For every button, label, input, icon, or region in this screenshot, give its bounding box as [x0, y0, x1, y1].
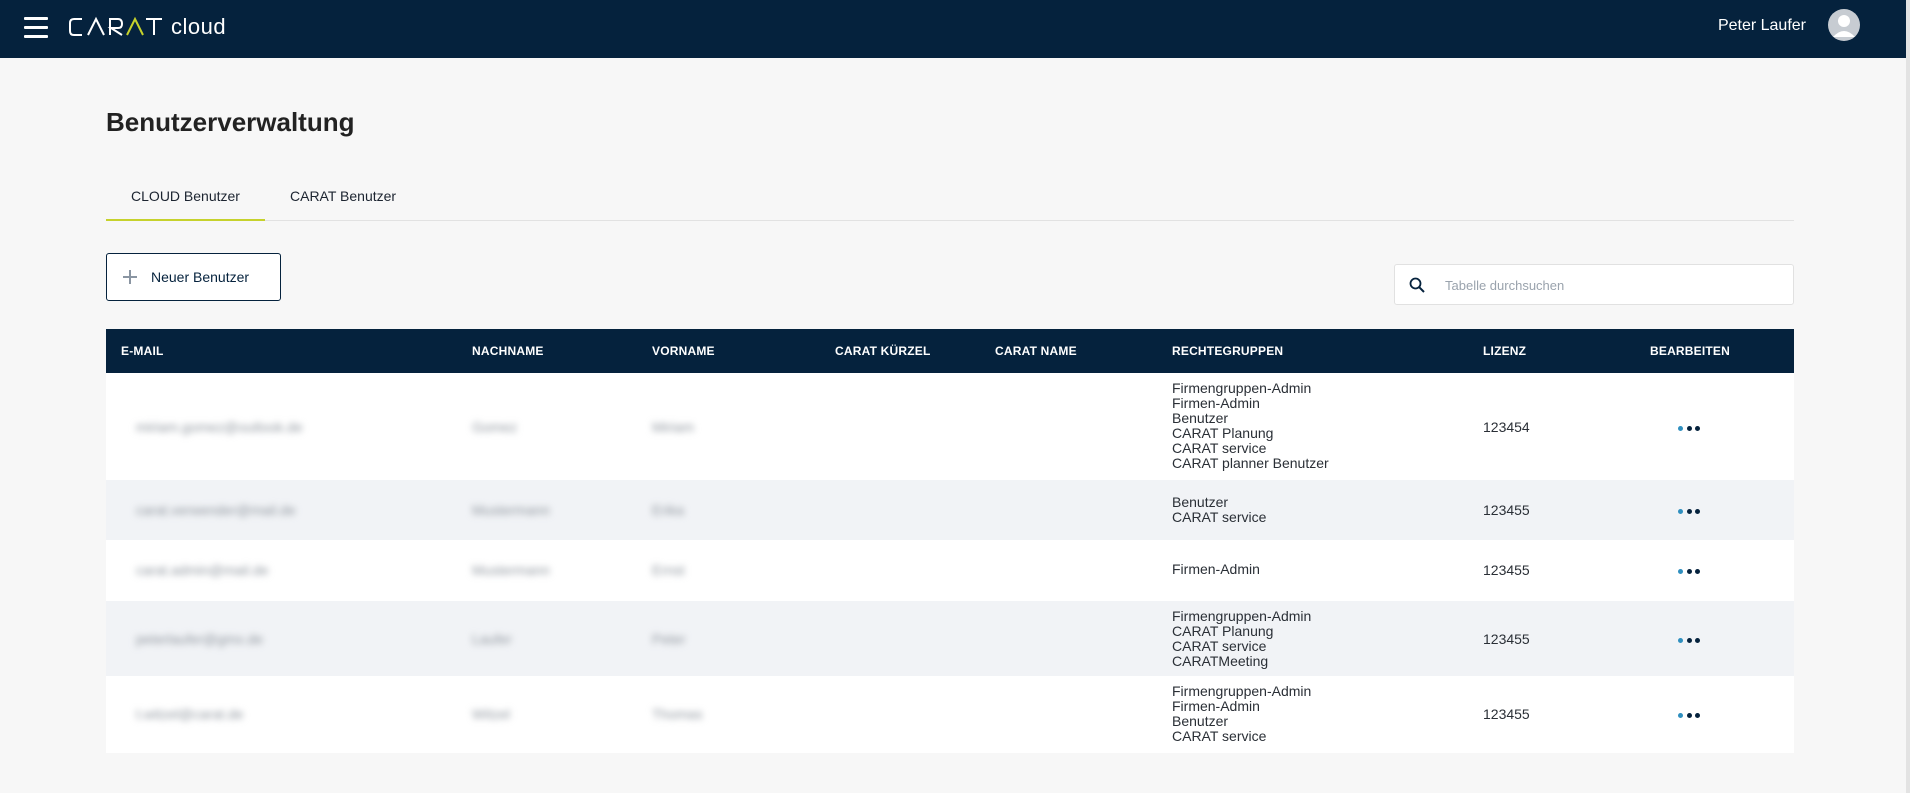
rights-group: Firmen-Admin — [1172, 698, 1260, 714]
table-search — [1394, 264, 1794, 305]
rights-group: CARAT Planung — [1172, 623, 1274, 639]
rights-group: CARAT service — [1172, 440, 1267, 456]
cell-license: 123455 — [1483, 631, 1530, 647]
rights-group: Firmengruppen-Admin — [1172, 683, 1312, 699]
rights-group: CARAT service — [1172, 509, 1267, 525]
cell-email: miriam.gomez@outlook.de — [136, 419, 303, 435]
rights-group: Benutzer — [1172, 410, 1229, 426]
cell-rights-groups: Benutzer CARAT service — [1172, 495, 1266, 525]
rights-group: CARAT Planung — [1172, 425, 1274, 441]
rights-group: Firmengruppen-Admin — [1172, 608, 1312, 624]
more-horizontal-icon[interactable] — [1678, 507, 1700, 515]
cell-last-name: Mustermann — [472, 502, 550, 518]
header-email[interactable]: E-MAIL — [121, 344, 164, 358]
cell-last-name: Witzel — [472, 706, 511, 722]
cell-email: carat.admin@mail.de — [136, 562, 269, 578]
cell-license: 123455 — [1483, 502, 1530, 518]
cell-first-name: Miriam — [652, 419, 694, 435]
header-first-name[interactable]: VORNAME — [652, 344, 715, 358]
cell-email: t.witzel@carat.de — [136, 706, 244, 722]
cell-last-name: Mustermann — [472, 562, 550, 578]
cell-license: 123454 — [1483, 419, 1530, 435]
table-row[interactable]: t.witzel@carat.de Witzel Thomas Firmengr… — [106, 676, 1794, 753]
search-input[interactable] — [1443, 273, 1777, 297]
more-horizontal-icon[interactable] — [1678, 636, 1700, 644]
user-avatar-icon[interactable] — [1828, 9, 1860, 41]
rights-group: Firmengruppen-Admin — [1172, 380, 1312, 396]
rights-group: CARATMeeting — [1172, 653, 1269, 669]
carat-logo-icon — [69, 16, 162, 36]
rights-group: CARAT planner Benutzer — [1172, 455, 1329, 471]
tab-bar: CLOUD Benutzer CARAT Benutzer — [106, 180, 1794, 221]
more-horizontal-icon[interactable] — [1678, 567, 1700, 575]
user-name[interactable]: Peter Laufer — [1718, 17, 1806, 35]
new-user-label: Neuer Benutzer — [151, 269, 250, 285]
cell-first-name: Peter — [652, 631, 686, 647]
header-edit: BEARBEITEN — [1650, 344, 1731, 358]
header-carat-short[interactable]: CARAT KÜRZEL — [835, 344, 931, 358]
cell-last-name: Gomez — [472, 419, 518, 435]
table-row[interactable]: peterlaufer@gmx.de Laufer Peter Firmengr… — [106, 601, 1794, 676]
rights-group: Firmen-Admin — [1172, 395, 1260, 411]
tab-carat-users[interactable]: CARAT Benutzer — [290, 188, 396, 204]
cell-rights-groups: Firmen-Admin — [1172, 562, 1260, 577]
table-row[interactable]: carat.verwender@mail.de Mustermann Erika… — [106, 480, 1794, 540]
cell-first-name: Thomas — [652, 706, 703, 722]
header-last-name[interactable]: NACHNAME — [472, 344, 544, 358]
brand-suffix: cloud — [171, 14, 227, 39]
more-horizontal-icon[interactable] — [1678, 711, 1700, 719]
rights-group: CARAT service — [1172, 728, 1267, 744]
logo[interactable]: cloud — [68, 12, 226, 42]
rights-group: CARAT service — [1172, 638, 1267, 654]
cell-license: 123455 — [1483, 706, 1530, 722]
cell-first-name: Ernst — [652, 562, 685, 578]
cell-rights-groups: Firmengruppen-Admin Firmen-Admin Benutze… — [1172, 684, 1311, 744]
tab-cloud-users[interactable]: CLOUD Benutzer — [106, 188, 265, 221]
rights-group: Firmen-Admin — [1172, 561, 1260, 577]
new-user-button[interactable]: Neuer Benutzer — [106, 253, 281, 301]
users-table: E-MAIL NACHNAME VORNAME CARAT KÜRZEL CAR… — [106, 329, 1794, 753]
rights-group: Benutzer — [1172, 713, 1229, 729]
more-horizontal-icon[interactable] — [1678, 424, 1700, 432]
table-row[interactable]: carat.admin@mail.de Mustermann Ernst Fir… — [106, 540, 1794, 601]
cell-license: 123455 — [1483, 562, 1530, 578]
search-icon — [1409, 277, 1425, 293]
plus-icon — [123, 270, 137, 284]
top-bar: cloud Peter Laufer — [0, 0, 1906, 58]
cell-last-name: Laufer — [472, 631, 512, 647]
header-rights-groups[interactable]: RECHTEGRUPPEN — [1172, 344, 1283, 358]
rights-group: Benutzer — [1172, 494, 1229, 510]
table-header: E-MAIL NACHNAME VORNAME CARAT KÜRZEL CAR… — [106, 329, 1794, 373]
cell-email: carat.verwender@mail.de — [136, 502, 296, 518]
cell-rights-groups: Firmengruppen-Admin CARAT Planung CARAT … — [1172, 609, 1311, 669]
table-row[interactable]: miriam.gomez@outlook.de Gomez Miriam Fir… — [106, 373, 1794, 480]
cell-email: peterlaufer@gmx.de — [136, 631, 264, 647]
scrollbar[interactable] — [1906, 0, 1910, 793]
header-carat-name[interactable]: CARAT NAME — [995, 344, 1077, 358]
header-license[interactable]: LIZENZ — [1483, 344, 1526, 358]
cell-rights-groups: Firmengruppen-Admin Firmen-Admin Benutze… — [1172, 381, 1329, 471]
page-title: Benutzerverwaltung — [106, 107, 355, 137]
hamburger-icon[interactable] — [24, 17, 48, 39]
cell-first-name: Erika — [652, 502, 684, 518]
